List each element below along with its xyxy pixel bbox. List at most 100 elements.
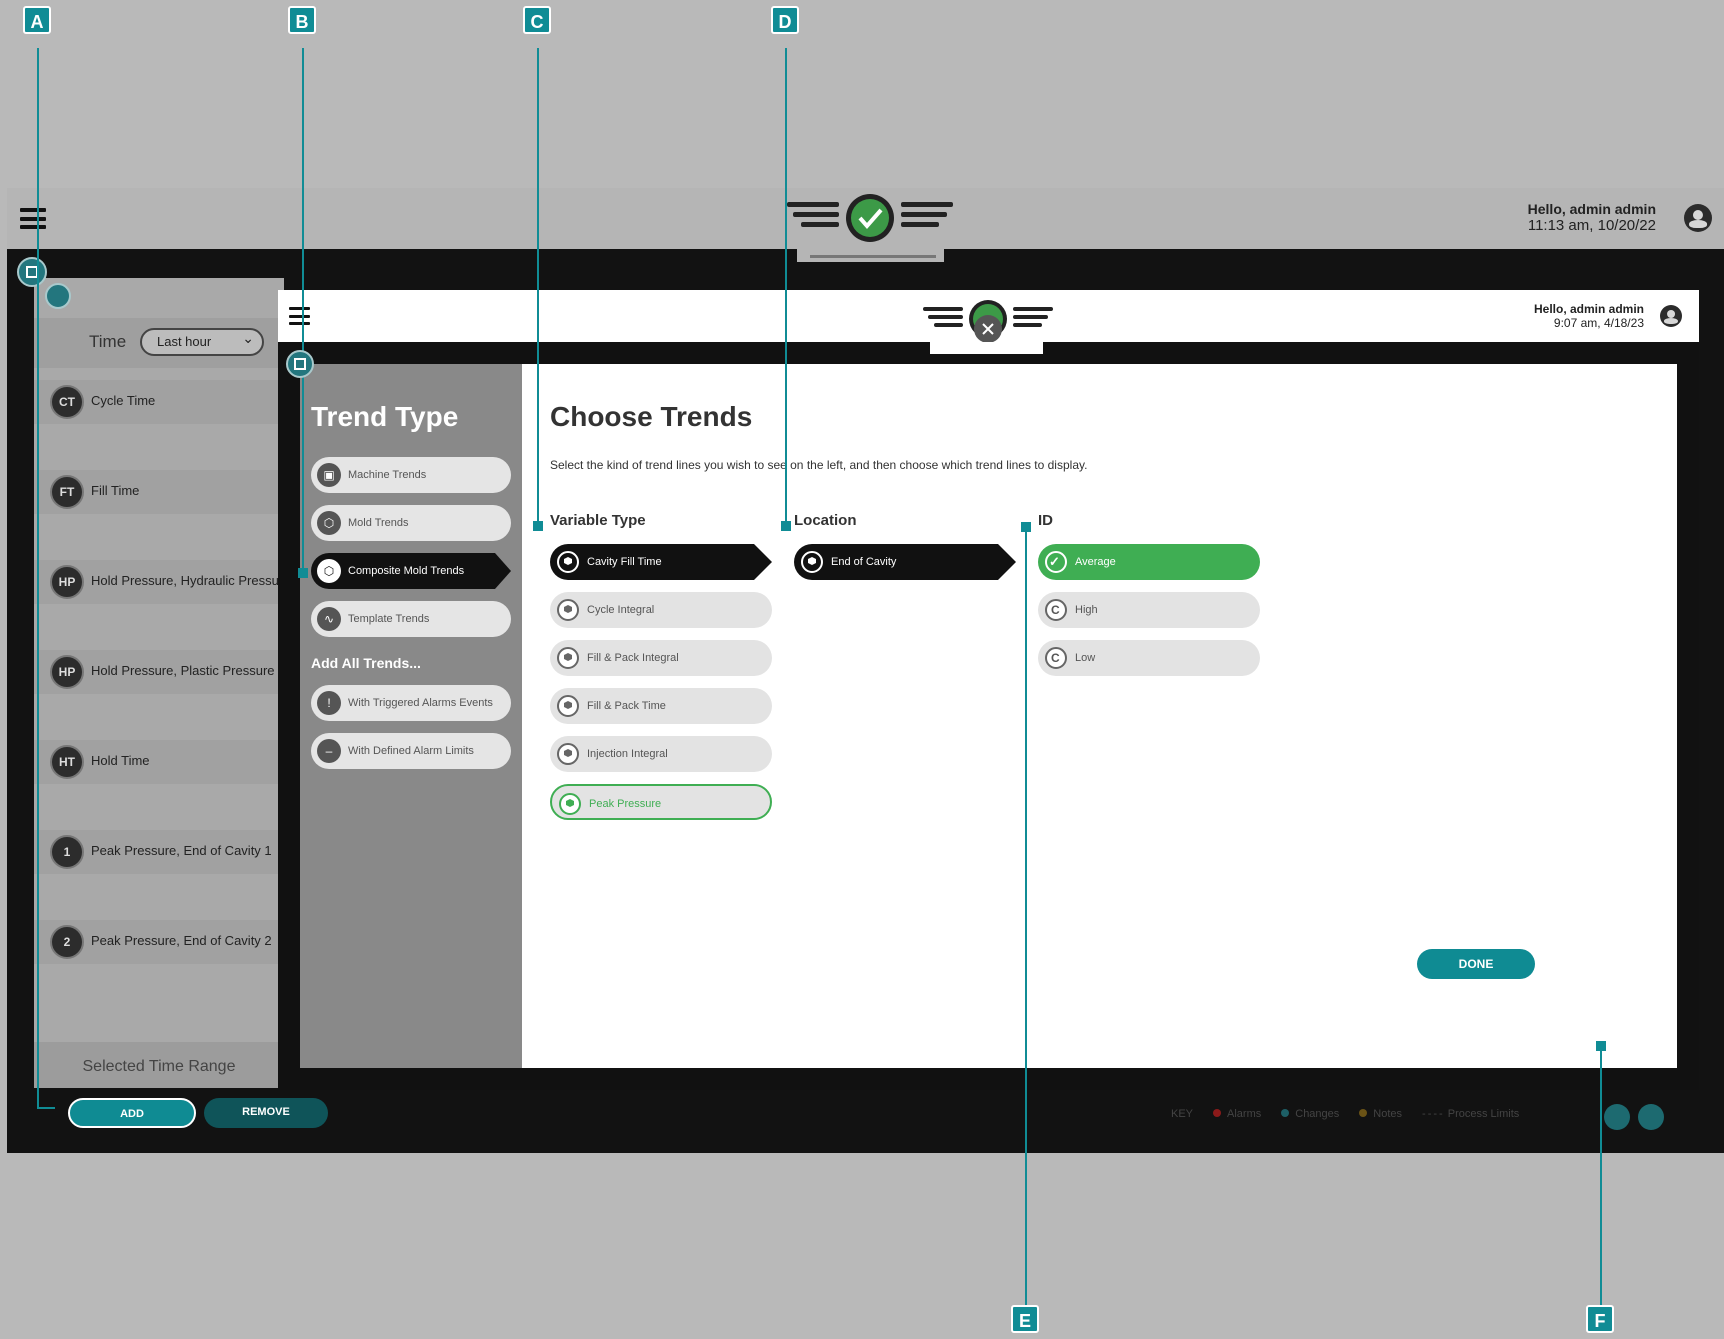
choose-trends-card: Trend Type ▣ Machine Trends ⬡ Mold Trends … [300,364,1677,1068]
variable-option[interactable]: Peak Pressure [550,784,772,820]
trend-name: Fill Time [91,483,140,498]
variable-icon [557,551,579,573]
location-title: Location [794,512,857,529]
user-account-icon[interactable] [1684,204,1712,232]
trend-list-item[interactable]: 1 Peak Pressure, End of Cavity 1 [34,830,284,874]
app-header: Hello, admin admin 11:13 am, 10/20/22 [7,188,1724,249]
trend-list-panel: Time Last hour CTCycle Time FTFill Time … [34,278,290,1126]
triggered-alarms-button[interactable]: ! With Triggered Alarms Events [311,685,511,721]
callout-line [302,48,304,572]
page-title: Choose Trends [550,401,753,432]
trend-list-item[interactable]: HT Hold Time [34,740,284,784]
limits-icon: – [317,739,341,763]
user-account-icon[interactable] [1660,305,1682,327]
time-range-select[interactable]: Last hour [140,326,264,356]
variable-option[interactable]: Cycle Integral [550,592,772,628]
previous-icon[interactable] [1604,1104,1630,1130]
legend-item-changes: Changes [1281,1108,1339,1120]
callout-line [1025,527,1027,1305]
time-row: Time Last hour [34,318,284,368]
machine-trends-button[interactable]: ▣ Machine Trends [311,457,511,493]
trend-badge: HT [50,745,84,779]
swap-icon[interactable] [45,283,71,309]
id-icon: C [1045,599,1067,621]
callout-line [1600,1045,1602,1305]
template-icon: ∿ [317,607,341,631]
legend-key-label: KEY [1171,1108,1194,1120]
trend-list-item[interactable]: HP Hold Pressure, Hydraulic Pressure [34,560,290,604]
legend-item-notes: Notes [1359,1108,1402,1120]
trend-dialog: Hello, admin admin 9:07 am, 4/18/23 Tren… [278,290,1699,1090]
datetime-text: 9:07 am, 4/18/23 [1553,316,1644,330]
trend-list-item[interactable]: HP Hold Pressure, Plastic Pressure [34,650,284,694]
callout-dot [298,568,308,578]
location-option[interactable]: End of Cavity [794,544,1016,580]
variable-option[interactable]: Fill & Pack Integral [550,640,772,676]
variable-option[interactable]: Injection Integral [550,736,772,772]
trend-name: Hold Pressure, Hydraulic Pressure [91,573,291,588]
mold-icon: ⬡ [317,511,341,535]
trend-list-item[interactable]: CT Cycle Time [34,380,284,424]
menu-icon[interactable] [20,208,46,229]
selected-time-range: Selected Time Range [34,1042,284,1092]
trend-list-item[interactable]: FT Fill Time [34,470,284,514]
trend-badge: 1 [50,835,84,869]
id-option[interactable]: C Low [1038,640,1260,676]
template-trends-button[interactable]: ∿ Template Trends [311,601,511,637]
callout-line [37,48,39,1108]
user-greeting: Hello, admin admin 9:07 am, 4/18/23 [1534,302,1644,330]
mold-trends-button[interactable]: ⬡ Mold Trends [311,505,511,541]
callout-badge-d: D [771,6,799,34]
trend-badge: HP [50,655,84,689]
page-description: Select the kind of trend lines you wish … [550,458,1088,472]
callout-dot [533,521,543,531]
variable-type-title: Variable Type [550,512,646,529]
composite-mold-trends-button[interactable]: ⬡ Composite Mold Trends [311,553,511,589]
id-option[interactable]: C High [1038,592,1260,628]
id-icon: C [1045,647,1067,669]
callout-badge-b: B [288,6,316,34]
callout-line [537,48,539,524]
callout-line [785,48,787,524]
trend-name: Cycle Time [91,393,156,408]
legend-item-process-limits: ---- Process Limits [1422,1108,1520,1120]
add-all-title: Add All Trends... [311,655,421,671]
trend-name: Peak Pressure, End of Cavity 1 [91,843,272,858]
greeting-text: Hello, admin admin [1533,302,1644,316]
variable-option[interactable]: Cavity Fill Time [550,544,772,580]
remove-button[interactable]: REMOVE [204,1098,328,1128]
callout-dot [781,521,791,531]
add-button[interactable]: ADD [68,1098,196,1128]
trend-list-item[interactable]: 2 Peak Pressure, End of Cavity 2 [34,920,284,964]
trend-name: Hold Pressure, Plastic Pressure [91,663,275,678]
time-label: Time [89,332,127,351]
id-title: ID [1038,512,1053,529]
id-option[interactable]: ✓ Average [1038,544,1260,580]
chart-legend: KEY Alarms Changes Notes ---- Process Li… [1171,1108,1519,1120]
trend-badge: FT [50,475,84,509]
sidebar-title: Trend Type [311,401,459,432]
variable-icon [559,793,581,815]
callout-badge-e: E [1011,1305,1039,1333]
callout-dot [1021,522,1031,532]
expand-icon[interactable] [17,257,47,287]
menu-icon[interactable] [289,307,310,325]
legend-item-alarms: Alarms [1213,1108,1261,1120]
logo-bar [810,255,936,258]
dialog-header: Hello, admin admin 9:07 am, 4/18/23 [278,290,1699,343]
variable-option[interactable]: Fill & Pack Time [550,688,772,724]
next-icon[interactable] [1638,1104,1664,1130]
user-greeting: Hello, admin admin 11:13 am, 10/20/22 [1528,201,1656,234]
target-icon [801,551,823,573]
defined-limits-button[interactable]: – With Defined Alarm Limits [311,733,511,769]
trend-name: Hold Time [91,753,150,768]
alert-icon: ! [317,691,341,715]
callout-badge-a: A [23,6,51,34]
trend-badge: 2 [50,925,84,959]
expand-icon[interactable] [286,350,314,378]
callout-dot [1596,1041,1606,1051]
variable-icon [557,743,579,765]
done-button[interactable]: DONE [1417,949,1535,979]
variable-icon [557,599,579,621]
callout-badge-f: F [1586,1305,1614,1333]
